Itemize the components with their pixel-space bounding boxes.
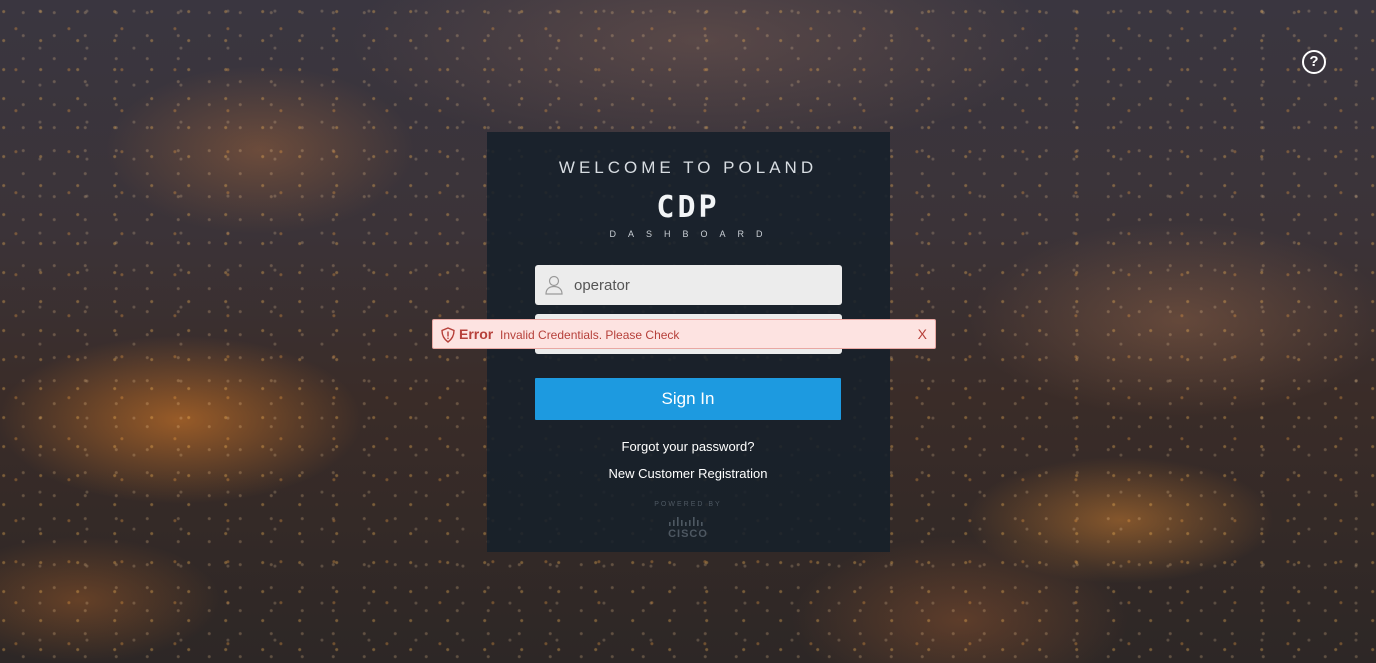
cisco-brand-text: CISCO [668,528,708,540]
help-icon[interactable]: ? [1302,50,1326,74]
username-input[interactable] [574,265,834,305]
new-customer-registration-link[interactable]: New Customer Registration [0,466,1376,481]
cisco-logo-icon [669,517,703,526]
error-alert: Error Invalid Credentials. Please Check … [432,319,936,349]
user-icon [545,275,563,295]
forgot-password-link[interactable]: Forgot your password? [0,439,1376,454]
welcome-heading: WELCOME TO POLAND [558,158,818,177]
error-message: Invalid Credentials. Please Check [500,328,680,342]
error-title: Error [459,326,494,342]
shield-alert-icon [441,327,455,343]
username-field[interactable] [535,265,842,305]
logo-subtitle: DASHBOARD [609,229,775,239]
error-close-button[interactable]: X [918,326,927,342]
sign-in-button[interactable]: Sign In [535,378,841,420]
powered-by-label: POWERED BY [654,501,722,508]
cdp-logo: CDP [656,190,720,225]
